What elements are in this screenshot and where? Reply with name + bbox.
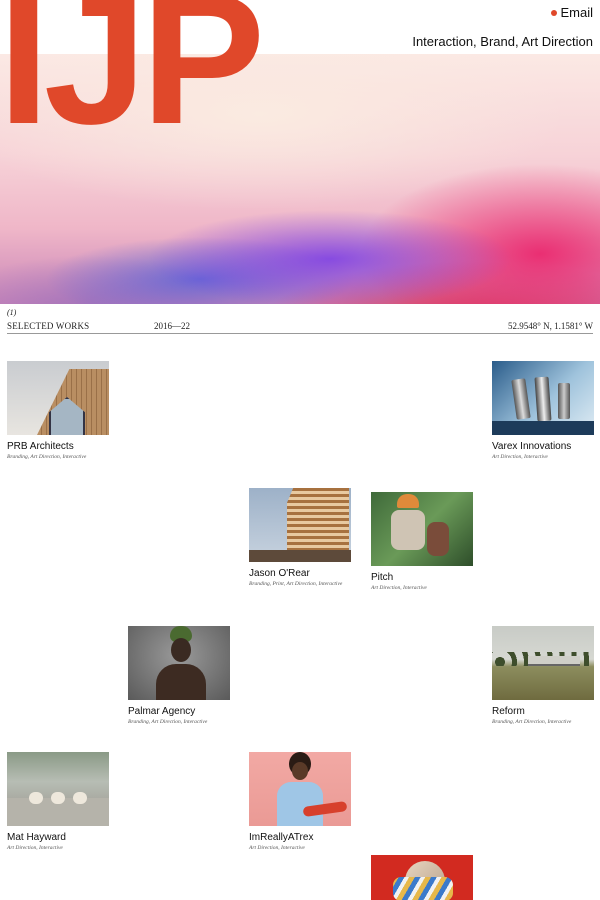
project-tags: Branding, Art Direction, Interactive (7, 454, 87, 460)
section-years: 2016—22 (154, 321, 190, 331)
project-tags: Branding, Print, Art Direction, Interact… (249, 581, 343, 587)
project-tags: Art Direction, Interactive (7, 845, 63, 851)
project-thumbnail (492, 361, 594, 435)
logo[interactable]: IJP (0, 0, 265, 153)
hero: IJP Email Interaction, Brand, Art Direct… (0, 0, 600, 304)
project-varex-innovations[interactable]: Varex Innovations Art Direction, Interac… (492, 361, 594, 460)
project-tags: Art Direction, Interactive (371, 585, 427, 591)
project-mat-hayward[interactable]: Mat Hayward Art Direction, Interactive (7, 752, 109, 851)
project-thumbnail (492, 626, 594, 700)
project-title: Palmar Agency (128, 706, 196, 717)
project-title: Mat Hayward (7, 832, 66, 843)
section-title: SELECTED WORKS (7, 321, 90, 331)
tagline: Interaction, Brand, Art Direction (412, 34, 593, 49)
project-title: ImReallyATrex (249, 832, 314, 843)
email-link[interactable]: Email (551, 5, 593, 20)
project-palmar-agency[interactable]: Palmar Agency Branding, Art Direction, I… (128, 626, 230, 725)
project-tags: Art Direction, Interactive (249, 845, 305, 851)
project-reform[interactable]: Reform Branding, Art Direction, Interact… (492, 626, 594, 725)
project-thumbnail (249, 752, 351, 826)
project-untitled-partial[interactable] (371, 855, 473, 900)
project-thumbnail (371, 492, 473, 566)
project-pitch[interactable]: Pitch Art Direction, Interactive (371, 492, 473, 591)
project-prb-architects[interactable]: PRB Architects Branding, Art Direction, … (7, 361, 109, 460)
project-thumbnail (371, 855, 473, 900)
project-title: Reform (492, 706, 525, 717)
selected-works-header: (1) SELECTED WORKS 2016—22 52.9548° N, 1… (7, 308, 593, 334)
project-thumbnail (7, 752, 109, 826)
project-thumbnail (128, 626, 230, 700)
project-tags: Art Direction, Interactive (492, 454, 548, 460)
section-number: (1) (7, 308, 17, 317)
project-imreallyatrex[interactable]: ImReallyATrex Art Direction, Interactive (249, 752, 351, 851)
email-label: Email (560, 5, 593, 20)
project-title: Pitch (371, 572, 394, 583)
project-tags: Branding, Art Direction, Interactive (492, 719, 572, 725)
project-thumbnail (7, 361, 109, 435)
project-title: PRB Architects (7, 441, 74, 452)
dot-icon (551, 9, 558, 16)
project-title: Jason O'Rear (249, 568, 310, 579)
location-coordinates: 52.9548° N, 1.1581° W (507, 321, 593, 331)
project-tags: Branding, Art Direction, Interactive (128, 719, 208, 725)
project-thumbnail (249, 488, 351, 562)
project-jason-orear[interactable]: Jason O'Rear Branding, Print, Art Direct… (249, 488, 351, 587)
project-title: Varex Innovations (492, 441, 572, 452)
